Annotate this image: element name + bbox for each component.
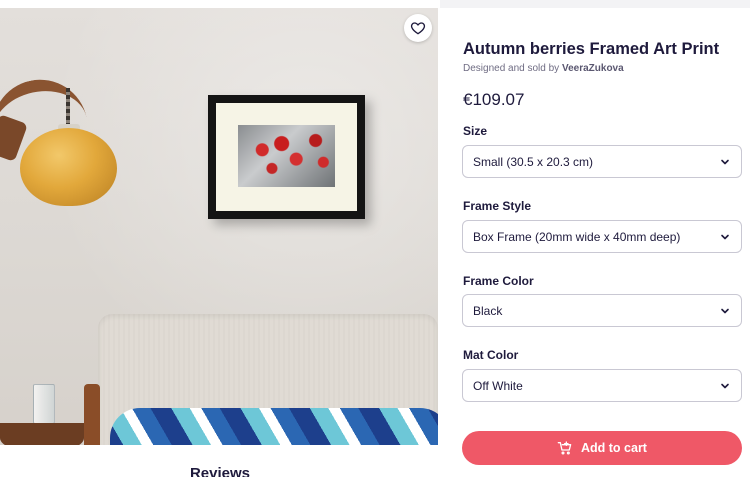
pillow: [110, 408, 438, 445]
frame-color-label: Frame Color: [463, 274, 534, 288]
mat: [216, 103, 357, 211]
side-table: [0, 423, 84, 445]
framed-art-print: [208, 95, 365, 219]
frame-style-select-value: Box Frame (20mm wide x 40mm deep): [473, 229, 681, 244]
frame-style-label: Frame Style: [463, 199, 532, 213]
chevron-down-icon: [719, 305, 731, 317]
product-details-panel: Autumn berries Framed Art Print Designed…: [440, 8, 750, 477]
frame-style-select[interactable]: Box Frame (20mm wide x 40mm deep): [462, 220, 742, 253]
lamp-shade: [20, 128, 117, 206]
product-price: €109.07: [463, 90, 525, 109]
chevron-down-icon: [719, 380, 731, 392]
artist-link[interactable]: VeeraZukova: [562, 63, 624, 74]
glass: [33, 384, 55, 424]
product-preview-image[interactable]: [0, 8, 438, 445]
size-label: Size: [463, 124, 488, 138]
chevron-down-icon: [719, 231, 731, 243]
size-select[interactable]: Small (30.5 x 20.3 cm): [462, 145, 742, 178]
frame-color-select[interactable]: Black: [462, 294, 742, 327]
byline: Designed and sold by VeeraZukova: [463, 63, 624, 74]
add-to-cart-label: Add to cart: [581, 441, 647, 455]
mat-color-select[interactable]: Off White: [462, 369, 742, 402]
chevron-down-icon: [719, 156, 731, 168]
size-select-value: Small (30.5 x 20.3 cm): [473, 154, 594, 169]
mat-color-select-value: Off White: [473, 378, 523, 393]
frame-color-select-value: Black: [473, 303, 503, 318]
favorite-button[interactable]: [404, 14, 432, 42]
heart-icon: [410, 22, 426, 35]
artwork: [238, 125, 335, 187]
product-title: Autumn berries Framed Art Print: [463, 40, 720, 58]
reviews-heading: Reviews: [189, 465, 251, 477]
byline-prefix: Designed and sold by: [463, 63, 560, 74]
product-image-column: Reviews: [0, 0, 440, 477]
mat-color-label: Mat Color: [463, 348, 519, 362]
add-to-cart-button[interactable]: Add to cart: [462, 431, 742, 465]
cart-plus-icon: [557, 441, 572, 455]
